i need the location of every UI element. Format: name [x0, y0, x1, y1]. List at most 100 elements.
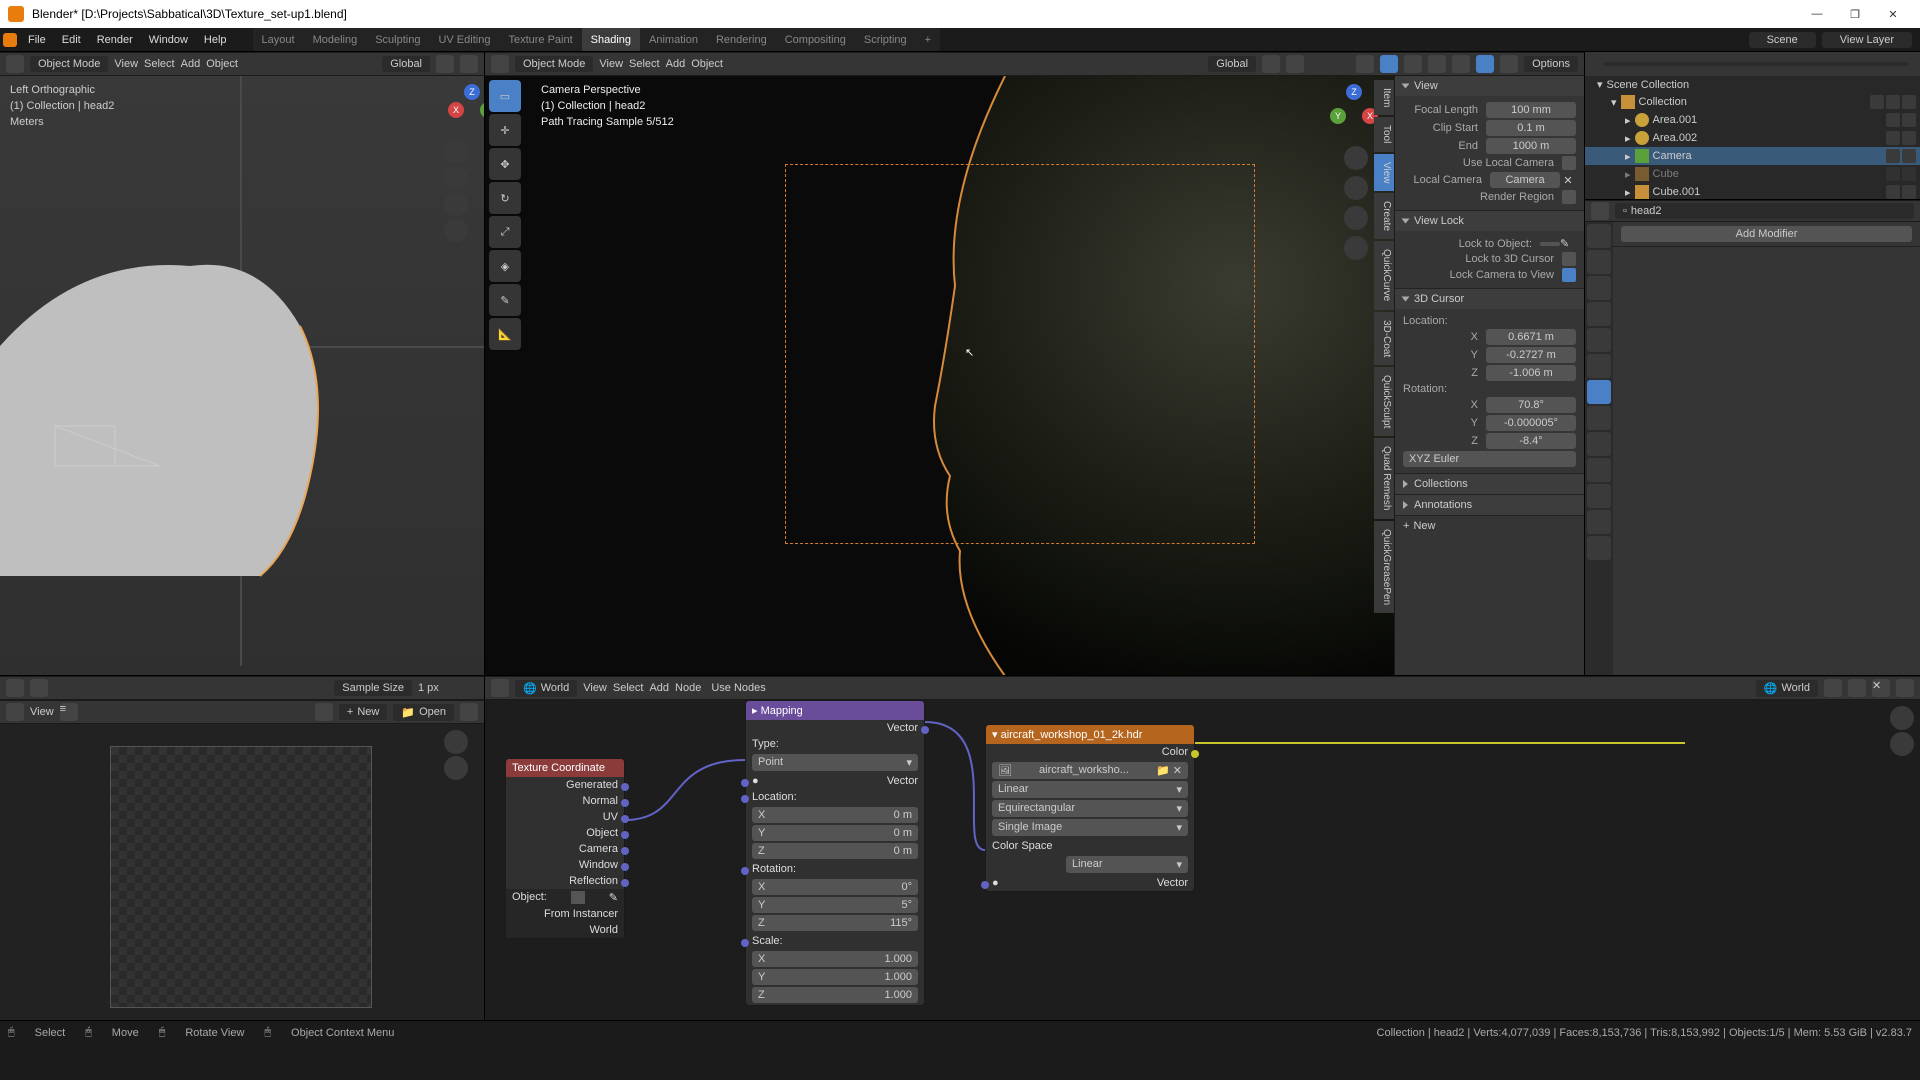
hide-icon[interactable]	[1886, 95, 1900, 109]
use-local-camera-checkbox[interactable]	[1562, 156, 1576, 170]
disable-render-icon[interactable]	[1902, 113, 1916, 127]
node-menu-node[interactable]: Node	[675, 682, 701, 694]
tab-scripting[interactable]: Scripting	[855, 28, 916, 51]
new-annotation-button[interactable]: New	[1413, 520, 1580, 532]
hide-icon[interactable]	[1886, 149, 1900, 163]
shading-wire-icon[interactable]	[1404, 55, 1422, 73]
pan-icon[interactable]	[1344, 176, 1368, 200]
minimize-button[interactable]: —	[1798, 2, 1836, 26]
tab-sculpting[interactable]: Sculpting	[366, 28, 429, 51]
zoom-icon[interactable]	[444, 730, 468, 754]
eyedropper-icon[interactable]: ✎	[1560, 237, 1576, 250]
vp-menu-object[interactable]: Object	[206, 58, 238, 70]
tab-rendering[interactable]: Rendering	[707, 28, 776, 51]
rot-z-field[interactable]: Z115°	[752, 915, 918, 931]
axes-gizmo[interactable]: X Y Z	[444, 82, 484, 138]
properties-type-icon[interactable]	[1591, 202, 1609, 220]
socket-uv[interactable]: UV	[506, 809, 624, 825]
snap-toggle[interactable]	[1262, 55, 1280, 73]
pan-icon[interactable]	[1890, 732, 1914, 756]
use-nodes-toggle[interactable]: Use Nodes	[707, 682, 765, 694]
node-mapping[interactable]: ▸ Mapping Vector Type: Point▾ ● Vector L…	[745, 700, 925, 1006]
socket-normal[interactable]: Normal	[506, 793, 624, 809]
new-image-button[interactable]: + New	[339, 704, 387, 720]
node-header[interactable]: ▾ aircraft_workshop_01_2k.hdr	[986, 725, 1194, 744]
image-datablock-icon[interactable]	[315, 703, 333, 721]
shading-solid-icon[interactable]	[1428, 55, 1446, 73]
vp-menu-view[interactable]: View	[599, 58, 623, 70]
shader-type-dropdown[interactable]: 🌐 World	[515, 680, 577, 697]
rotation-mode-dropdown[interactable]: XYZ Euler	[1403, 451, 1576, 467]
sample-size-field[interactable]: 1 px	[418, 682, 478, 694]
ptab-modifier[interactable]	[1587, 380, 1611, 404]
overlay-toggle[interactable]	[1356, 55, 1374, 73]
zoom-icon[interactable]	[1890, 706, 1914, 730]
disable-render-icon[interactable]	[1902, 167, 1916, 181]
panel-3dcursor-header[interactable]: 3D Cursor	[1395, 289, 1584, 309]
node-menu-add[interactable]: Add	[649, 682, 669, 694]
image-source-dropdown[interactable]: Single Image▾	[992, 819, 1188, 836]
socket-object[interactable]: Object	[506, 825, 624, 841]
vtab-quadremesh[interactable]: Quad Remesh	[1374, 438, 1394, 518]
xray-toggle[interactable]	[1380, 55, 1398, 73]
scene-dropdown[interactable]: Scene	[1749, 32, 1816, 48]
socket-vector-in[interactable]: ● Vector	[986, 875, 1194, 891]
tab-uv-editing[interactable]: UV Editing	[429, 28, 499, 51]
outliner-item[interactable]: ▸Cube	[1585, 165, 1920, 183]
viewport-left-area[interactable]: Left Orthographic (1) Collection | head2…	[0, 76, 484, 675]
node-menu-select[interactable]: Select	[613, 682, 644, 694]
vp-menu-select[interactable]: Select	[144, 58, 175, 70]
outliner-search[interactable]	[1603, 62, 1908, 66]
panel-annotations-header[interactable]: Annotations	[1395, 495, 1584, 515]
move-tool[interactable]: ✥	[489, 148, 521, 180]
vtab-3dcoat[interactable]: 3D-Coat	[1374, 312, 1394, 365]
vtab-quickgreasepen[interactable]: QuickGreasePen	[1374, 521, 1394, 613]
pin-icon[interactable]	[460, 703, 478, 721]
interpolation-dropdown[interactable]: Linear▾	[992, 781, 1188, 798]
ptab-world[interactable]	[1587, 328, 1611, 352]
viewlayer-dropdown[interactable]: View Layer	[1822, 32, 1912, 48]
close-icon[interactable]: ✕	[1872, 679, 1890, 697]
vtab-tool[interactable]: Tool	[1374, 117, 1394, 151]
hide-icon[interactable]	[1886, 113, 1900, 127]
vtab-quicksculpt[interactable]: QuickSculpt	[1374, 367, 1394, 436]
clear-icon[interactable]: ✕	[1560, 174, 1576, 187]
mode-dropdown[interactable]: Object Mode	[515, 56, 593, 72]
shading-matprev-icon[interactable]	[1452, 55, 1470, 73]
menu-render[interactable]: Render	[89, 28, 141, 51]
outliner-item[interactable]: ▸Area.001	[1585, 111, 1920, 129]
mode-dropdown[interactable]: Object Mode	[30, 56, 108, 72]
menu-help[interactable]: Help	[196, 28, 235, 51]
transform-tool[interactable]: ◈	[489, 250, 521, 282]
vp-menu-view[interactable]: View	[114, 58, 138, 70]
socket-reflection[interactable]: Reflection	[506, 873, 624, 889]
vp-menu-select[interactable]: Select	[629, 58, 660, 70]
orientation-dropdown[interactable]: Global	[1208, 56, 1256, 72]
scale-z-field[interactable]: Z1.000	[752, 987, 918, 1003]
cursor-rz-field[interactable]: -8.4°	[1486, 433, 1576, 449]
disable-render-icon[interactable]	[1902, 185, 1916, 199]
blender-logo-icon[interactable]	[0, 28, 20, 51]
select-box-tool[interactable]: ▭	[489, 80, 521, 112]
cursor-tool[interactable]: ✛	[489, 114, 521, 146]
ptab-constraints[interactable]	[1587, 458, 1611, 482]
snap-toggle[interactable]	[436, 55, 454, 73]
loc-x-field[interactable]: X0 m	[752, 807, 918, 823]
cursor-z-field[interactable]: -1.006 m	[1486, 365, 1576, 381]
socket-vector-out[interactable]: Vector	[746, 720, 924, 736]
tab-texture-paint[interactable]: Texture Paint	[499, 28, 581, 51]
vp-menu-add[interactable]: Add	[666, 58, 686, 70]
shield-icon[interactable]	[1848, 679, 1866, 697]
node-environment-texture[interactable]: ▾ aircraft_workshop_01_2k.hdr Color 🖼 ai…	[985, 724, 1195, 892]
local-camera-field[interactable]: Camera	[1490, 172, 1560, 188]
pan-icon[interactable]	[444, 166, 468, 190]
img-menu-icon[interactable]: ≡	[60, 703, 78, 721]
tab-compositing[interactable]: Compositing	[776, 28, 855, 51]
vtab-item[interactable]: Item	[1374, 80, 1394, 115]
proportional-toggle[interactable]	[1286, 55, 1304, 73]
close-button[interactable]: ✕	[1874, 2, 1912, 26]
disable-render-icon[interactable]	[1902, 149, 1916, 163]
snap-icon[interactable]	[1896, 679, 1914, 697]
from-instancer-row[interactable]: From Instancer	[506, 906, 624, 922]
editor-type-icon[interactable]	[6, 55, 24, 73]
